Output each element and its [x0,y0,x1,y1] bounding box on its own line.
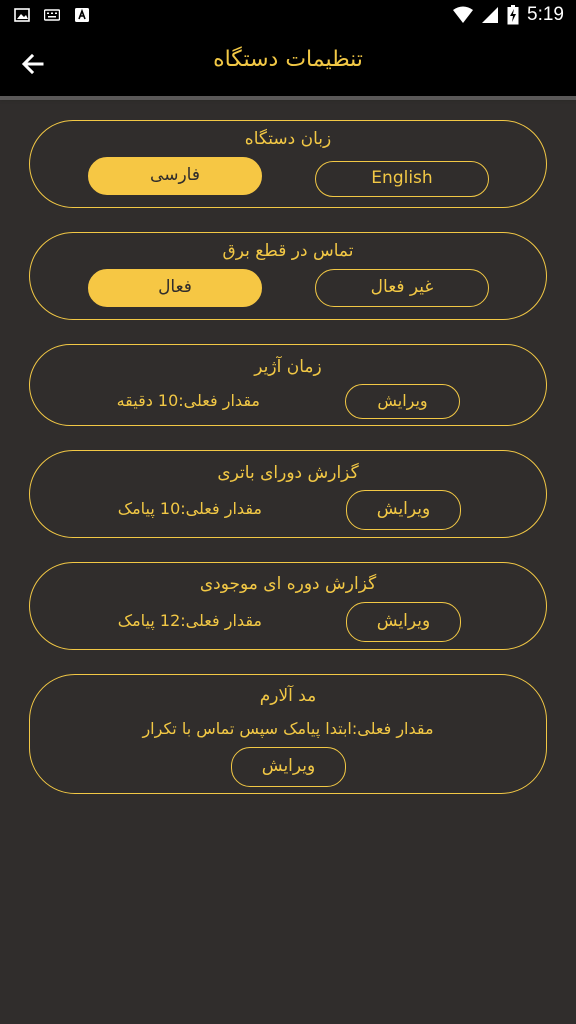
power-outage-call-card: تماس در قطع برق فعال غیر فعال [29,232,547,320]
language-title: زبان دستگاه [244,129,332,149]
battery-charging-icon [507,5,519,25]
accessibility-a-icon [75,8,89,22]
status-left-icons [14,7,90,23]
app-bar-shadow [0,96,576,100]
app-bar: تنظیمات دستگاه [0,30,576,96]
siren-time-current-value: مقدار فعلی:10 دقیقه [116,391,260,410]
status-right-icons: 5:19 [453,4,564,26]
balance-report-card: گزارش دوره ای موجودی مقدار فعلی:12 پیامک… [29,562,547,650]
balance-report-current-value: مقدار فعلی:12 پیامک [117,611,262,630]
power-outage-option-active[interactable]: فعال [88,269,262,307]
image-icon [14,8,30,22]
language-option-english[interactable]: English [315,161,489,197]
battery-report-card: گزارش دورای باتری مقدار فعلی:10 پیامک وی… [29,450,547,538]
power-outage-call-title: تماس در قطع برق [222,241,354,261]
battery-report-current-value: مقدار فعلی:10 پیامک [117,499,262,518]
alarm-mode-card: مد آلارم مقدار فعلی:ابتدا پیامک سپس تماس… [29,674,547,794]
alarm-mode-title: مد آلارم [259,686,317,706]
language-card: زبان دستگاه فارسی English [29,120,547,208]
page-title: تنظیمات دستگاه [213,47,363,72]
battery-report-edit-button[interactable]: ویرایش [346,490,461,530]
siren-time-card: زمان آژیر مقدار فعلی:10 دقیقه ویرایش [29,344,547,426]
status-time: 5:19 [527,4,564,25]
language-option-persian[interactable]: فارسی [88,157,262,195]
balance-report-title: گزارش دوره ای موجودی [199,574,377,594]
siren-time-title: زمان آژیر [254,357,322,377]
siren-time-edit-button[interactable]: ویرایش [345,384,460,419]
alarm-mode-edit-button[interactable]: ویرایش [231,747,346,787]
keyboard-icon [44,9,60,21]
signal-icon [482,7,499,23]
battery-report-title: گزارش دورای باتری [217,463,359,483]
status-bar: 5:19 [0,0,576,30]
balance-report-edit-button[interactable]: ویرایش [346,602,461,642]
alarm-mode-current-value: مقدار فعلی:ابتدا پیامک سپس تماس با تکرار [142,719,434,738]
power-outage-option-inactive[interactable]: غیر فعال [315,269,489,307]
wifi-icon [453,6,474,23]
